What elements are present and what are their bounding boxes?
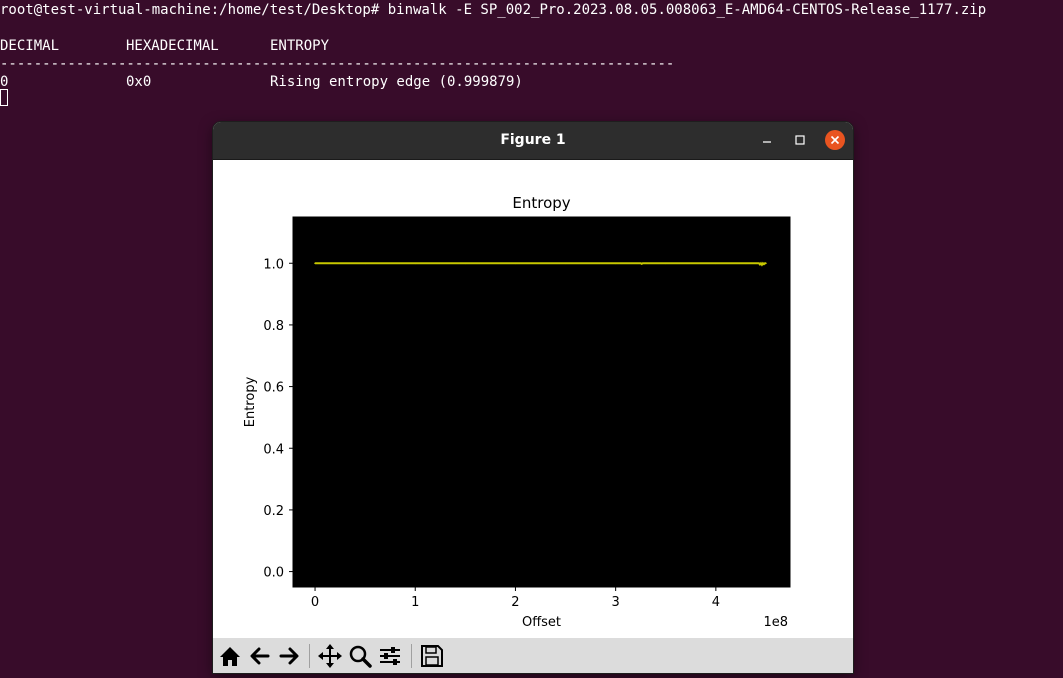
data-point: [414, 262, 417, 265]
pan-icon[interactable]: [316, 642, 344, 670]
y-tick-label: 0.2: [263, 504, 284, 519]
y-tick-label: 0.0: [263, 566, 284, 581]
terminal-command-line: root@test-virtual-machine:/home/test/Des…: [0, 2, 987, 18]
back-arrow-icon[interactable]: [246, 642, 274, 670]
row-entropy: Rising entropy edge (0.999879): [270, 74, 523, 90]
save-icon[interactable]: [418, 642, 446, 670]
y-tick-label: 0.8: [263, 319, 284, 334]
figure-window: Figure 1 Entropy 0 1 2 3 4 0.0 0.2 0.4 0.6 0.8 1.0 O…: [213, 122, 853, 673]
plot-area: [292, 216, 791, 588]
configure-subplots-icon[interactable]: [376, 642, 404, 670]
chart-title: Entropy: [512, 194, 570, 212]
home-icon[interactable]: [216, 642, 244, 670]
toolbar-separator: [411, 644, 412, 668]
column-header-decimal: DECIMAL: [0, 38, 60, 54]
data-point: [614, 262, 617, 265]
data-point: [564, 262, 567, 265]
zoom-icon[interactable]: [346, 642, 374, 670]
data-point: [745, 262, 747, 265]
x-tick-label: 1: [411, 595, 419, 610]
maximize-icon[interactable]: [791, 131, 809, 149]
separator-line: ----------------------------------------…: [0, 56, 675, 72]
terminal-cursor: [0, 89, 8, 106]
x-tick-label: 0: [311, 595, 319, 610]
data-point: [641, 262, 644, 265]
y-tick-label: 1.0: [263, 257, 284, 272]
y-tick-label: 0.6: [263, 381, 284, 396]
window-title: Figure 1: [500, 132, 566, 148]
entropy-chart: Entropy 0 1 2 3 4 0.0 0.2 0.4 0.6 0.8 1.0 Offset Entr…: [243, 194, 791, 630]
data-point: [514, 262, 517, 265]
data-point: [314, 262, 316, 265]
x-axis-label: Offset: [522, 615, 561, 630]
forward-arrow-icon[interactable]: [275, 642, 303, 670]
minimize-icon[interactable]: [758, 131, 776, 149]
data-point: [765, 262, 767, 265]
x-tick-label: 4: [712, 595, 720, 610]
data-point: [664, 262, 667, 265]
x-tick-label: 2: [511, 595, 519, 610]
y-axis-label: Entropy: [243, 376, 258, 427]
toolbar-separator: [309, 644, 310, 668]
matplotlib-toolbar: [213, 638, 853, 673]
x-tick-label: 3: [612, 595, 620, 610]
data-point: [761, 263, 763, 266]
window-titlebar[interactable]: Figure 1: [213, 122, 853, 160]
row-hex: 0x0: [126, 74, 152, 90]
close-icon[interactable]: [825, 130, 845, 150]
data-point: [715, 262, 717, 265]
y-tick-label: 0.4: [263, 442, 284, 457]
data-point: [364, 262, 366, 265]
column-header-entropy: ENTROPY: [270, 38, 330, 54]
data-point: [464, 262, 467, 265]
column-header-hexadecimal: HEXADECIMAL: [126, 38, 219, 54]
data-point: [760, 262, 762, 265]
x-offset-text: 1e8: [763, 615, 788, 630]
